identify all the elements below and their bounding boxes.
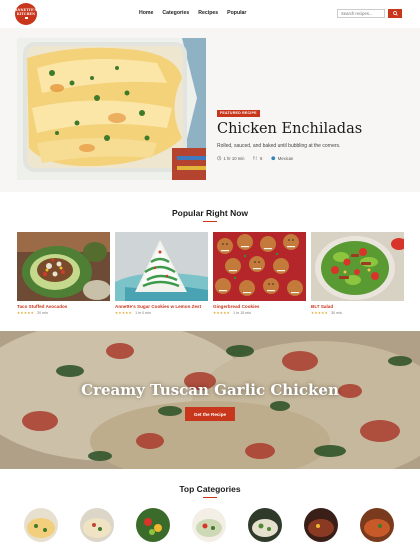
site-header: ANNETTE'S KITCHEN Home Categories Recipe…: [0, 0, 420, 28]
nav-home[interactable]: Home: [139, 10, 153, 16]
rating-stars: ★★★★★: [213, 311, 231, 315]
logo-mark: [24, 16, 28, 19]
servings-meta: 6: [253, 156, 262, 161]
recipe-time: 20 min: [37, 311, 48, 315]
recipe-meta: ★★★★★ 20 min: [17, 311, 110, 315]
clock-icon: [217, 156, 222, 161]
search-button[interactable]: [388, 9, 402, 18]
time-meta: 1 hr 10 min: [217, 156, 244, 161]
category-circle[interactable]: [24, 508, 58, 542]
recipe-time: 1 hr 0 min: [135, 311, 152, 315]
recipe-title[interactable]: BLT Salad: [311, 304, 404, 309]
featured-title[interactable]: Chicken Enchiladas: [217, 121, 362, 137]
recipe-meta: ★★★★★ 1 hr 15 min: [213, 311, 306, 315]
category-circle[interactable]: [360, 508, 394, 542]
recipe-card[interactable]: Taco Stuffed Avocados ★★★★★ 20 min: [17, 232, 110, 315]
featured-badge: FEATURED RECIPE: [217, 110, 260, 117]
recipe-image[interactable]: [17, 232, 110, 301]
categories-heading: Top Categories: [179, 484, 241, 494]
category-circle[interactable]: [192, 508, 226, 542]
rating-stars: ★★★★★: [311, 311, 329, 315]
recipe-meta: ★★★★★ 30 min: [311, 311, 404, 315]
category-circle[interactable]: [304, 508, 338, 542]
cuisine-meta: Mexican: [271, 156, 293, 161]
category-circle[interactable]: [80, 508, 114, 542]
categories-divider: [203, 497, 217, 499]
nav-popular[interactable]: Popular: [227, 10, 246, 16]
category-circle[interactable]: [248, 508, 282, 542]
recipe-image[interactable]: [311, 232, 404, 301]
logo-text: ANNETTE'S KITCHEN: [15, 8, 37, 16]
recipe-image[interactable]: [115, 232, 208, 301]
recipe-card[interactable]: Annette's Sugar Cookies w Lemon Zest ★★★…: [115, 232, 208, 315]
recipe-title[interactable]: Gingerbread Cookies: [213, 304, 306, 309]
recipe-image[interactable]: [213, 232, 306, 301]
nav-recipes[interactable]: Recipes: [198, 10, 218, 16]
rating-stars: ★★★★★: [17, 311, 35, 315]
site-logo[interactable]: ANNETTE'S KITCHEN: [15, 3, 37, 25]
recipe-meta: ★★★★★ 1 hr 0 min: [115, 311, 208, 315]
recipe-time: 1 hr 15 min: [233, 311, 252, 315]
recipe-card[interactable]: BLT Salad ★★★★★ 30 min: [311, 232, 404, 315]
featured-meta: 1 hr 10 min 6 Mexican: [217, 156, 293, 161]
get-recipe-button[interactable]: Get the Recipe: [185, 407, 235, 421]
nav-categories[interactable]: Categories: [162, 10, 189, 16]
hero-title: Creamy Tuscan Garlic Chicken: [81, 381, 339, 399]
servings-value: 6: [259, 156, 263, 161]
featured-description: Rolled, sauced, and baked until bubbling…: [217, 143, 341, 149]
featured-recipe-image[interactable]: [17, 38, 206, 180]
time-value: 1 hr 10 min: [223, 156, 245, 161]
servings-icon: [253, 156, 258, 161]
search-input[interactable]: [337, 9, 385, 18]
recipe-time: 30 min: [331, 311, 342, 315]
recipe-card[interactable]: Gingerbread Cookies ★★★★★ 1 hr 15 min: [213, 232, 306, 315]
popular-divider: [203, 221, 217, 223]
popular-heading: Popular Right Now: [171, 208, 249, 218]
recipe-title[interactable]: Annette's Sugar Cookies w Lemon Zest: [115, 304, 208, 309]
rating-stars: ★★★★★: [115, 311, 133, 315]
hero-banner: [0, 331, 420, 469]
recipe-title[interactable]: Taco Stuffed Avocados: [17, 304, 110, 309]
search-icon: [392, 11, 398, 16]
main-nav: Home Categories Recipes Popular: [139, 10, 246, 16]
category-circle[interactable]: [136, 508, 170, 542]
globe-icon: [271, 156, 276, 161]
featured-section: FEATURED RECIPE Chicken Enchiladas Rolle…: [0, 28, 420, 192]
cuisine-value: Mexican: [277, 156, 294, 161]
